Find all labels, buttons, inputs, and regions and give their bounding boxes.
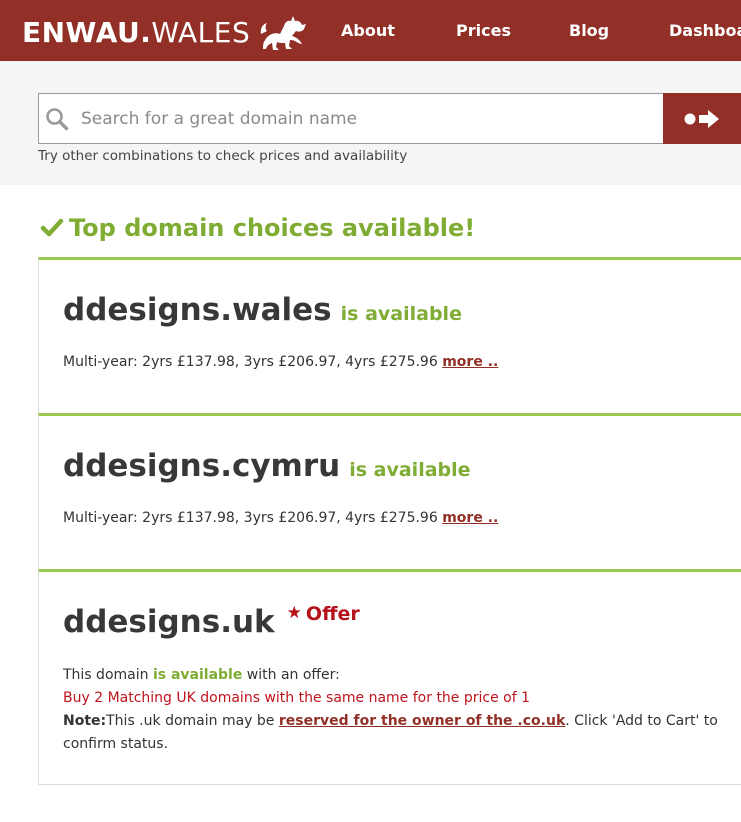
offer-text: Buy 2 Matching UK domains with the same … [63,690,531,706]
domain-result-card: ddesigns.uk ★ Offer This domain is availa… [38,569,741,785]
results-heading: Top domain choices available! [40,214,475,242]
site-logo[interactable]: ENWAU.WALES [22,12,310,52]
search-icon [46,108,69,131]
nav-item-dashboard[interactable]: Dashboard [669,0,741,61]
search-submit-button[interactable] [663,93,741,144]
search-section: Try other combinations to check prices a… [0,61,741,185]
nav-item-about[interactable]: About [341,0,395,61]
search-box [38,93,664,144]
welsh-dragon-icon [261,16,307,50]
star-icon: ★ [286,603,302,623]
search-hint-text: Try other combinations to check prices a… [38,148,408,164]
reservation-note: Note:This .uk domain may be reserved for… [63,713,718,752]
domain-title-row: ddesigns.wales is available [63,292,462,328]
offer-availability-line: This domain is available with an offer: [63,667,340,683]
multi-year-prices: Multi-year: 2yrs £137.98, 3yrs £206.97, … [63,510,499,526]
domain-name: ddesigns.uk [63,604,275,640]
nav-item-blog[interactable]: Blog [569,0,609,61]
checkmark-icon [40,218,64,237]
domain-result-card: ddesigns.wales is available Multi-year: … [38,257,741,413]
top-navigation-bar: ENWAU.WALES About Prices Blog Dashboard [0,0,741,61]
logo-text: ENWAU.WALES [22,15,251,49]
reserved-owner-link[interactable]: reserved for the owner of the .co.uk [279,713,565,729]
domain-title-row: ddesigns.cymru is available [63,448,471,484]
multi-year-prices: Multi-year: 2yrs £137.98, 3yrs £206.97, … [63,354,499,370]
domain-name: ddesigns.wales [63,292,332,328]
arrow-right-icon [684,109,719,128]
nav-item-prices[interactable]: Prices [456,0,511,61]
availability-status: is available [349,459,471,481]
domain-result-card: ddesigns.cymru is available Multi-year: … [38,413,741,569]
more-link[interactable]: more .. [442,510,498,526]
offer-details: This domain is available with an offer: … [63,664,741,756]
domain-title-row: ddesigns.uk ★ Offer [63,603,360,640]
availability-status: is available [340,303,462,325]
offer-badge: ★ Offer [286,603,360,625]
domain-name: ddesigns.cymru [63,448,341,484]
more-link[interactable]: more .. [442,354,498,370]
search-input[interactable] [81,94,651,143]
